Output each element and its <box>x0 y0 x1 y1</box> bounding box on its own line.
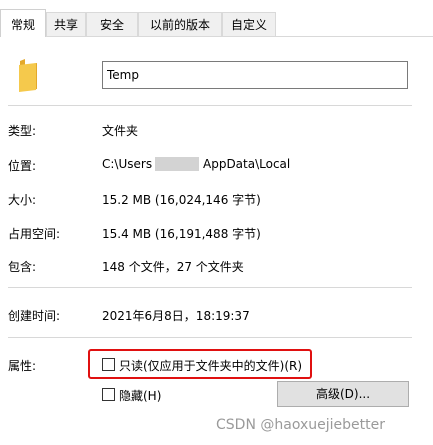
separator <box>8 105 412 106</box>
tab-security-label: 安全 <box>99 18 124 32</box>
tab-previous-versions-label: 以前的版本 <box>149 18 210 32</box>
tab-customize[interactable]: 自定义 <box>222 12 276 36</box>
general-panel: 类型: 文件夹 位置: C:\Users AppData\Local 大小: 1… <box>0 37 433 445</box>
readonly-checkbox[interactable] <box>102 358 115 371</box>
redaction-block <box>155 157 199 171</box>
type-label: 类型: <box>8 124 37 138</box>
type-value: 文件夹 <box>102 124 139 138</box>
folder-icon <box>19 59 37 92</box>
tab-sharing[interactable]: 共享 <box>46 12 86 36</box>
folder-name-input[interactable] <box>102 61 408 89</box>
contains-label: 包含: <box>8 260 37 274</box>
created-value: 2021年6月8日，18:19:37 <box>102 309 250 323</box>
tab-previous-versions[interactable]: 以前的版本 <box>138 12 222 36</box>
size-label: 大小: <box>8 193 37 207</box>
size-value: 15.2 MB (16,024,146 字节) <box>102 193 261 207</box>
size-on-disk-value: 15.4 MB (16,191,488 字节) <box>102 227 261 241</box>
tab-general[interactable]: 常规 <box>0 9 46 37</box>
watermark: CSDN @haoxuejiebetter <box>216 417 385 433</box>
hidden-checkbox[interactable] <box>102 388 115 401</box>
separator <box>8 287 412 288</box>
tab-bar: 常规 共享 安全 以前的版本 自定义 <box>0 0 433 37</box>
size-on-disk-label: 占用空间: <box>8 227 61 241</box>
hidden-label: 隐藏(H) <box>119 389 162 403</box>
readonly-label: 只读(仅应用于文件夹中的文件)(R) <box>119 359 303 373</box>
attributes-label: 属性: <box>8 359 37 373</box>
location-value-start: C:\Users <box>102 157 153 171</box>
location-value-end: AppData\Local <box>203 157 291 171</box>
created-label: 创建时间: <box>8 309 61 323</box>
tab-customize-label: 自定义 <box>230 18 267 32</box>
location-label: 位置: <box>8 159 37 173</box>
tab-general-label: 常规 <box>10 18 35 32</box>
contains-value: 148 个文件，27 个文件夹 <box>102 260 244 274</box>
tab-sharing-label: 共享 <box>53 18 78 32</box>
separator <box>8 337 412 338</box>
advanced-button[interactable]: 高级(D)... <box>277 381 409 407</box>
tab-security[interactable]: 安全 <box>86 12 138 36</box>
